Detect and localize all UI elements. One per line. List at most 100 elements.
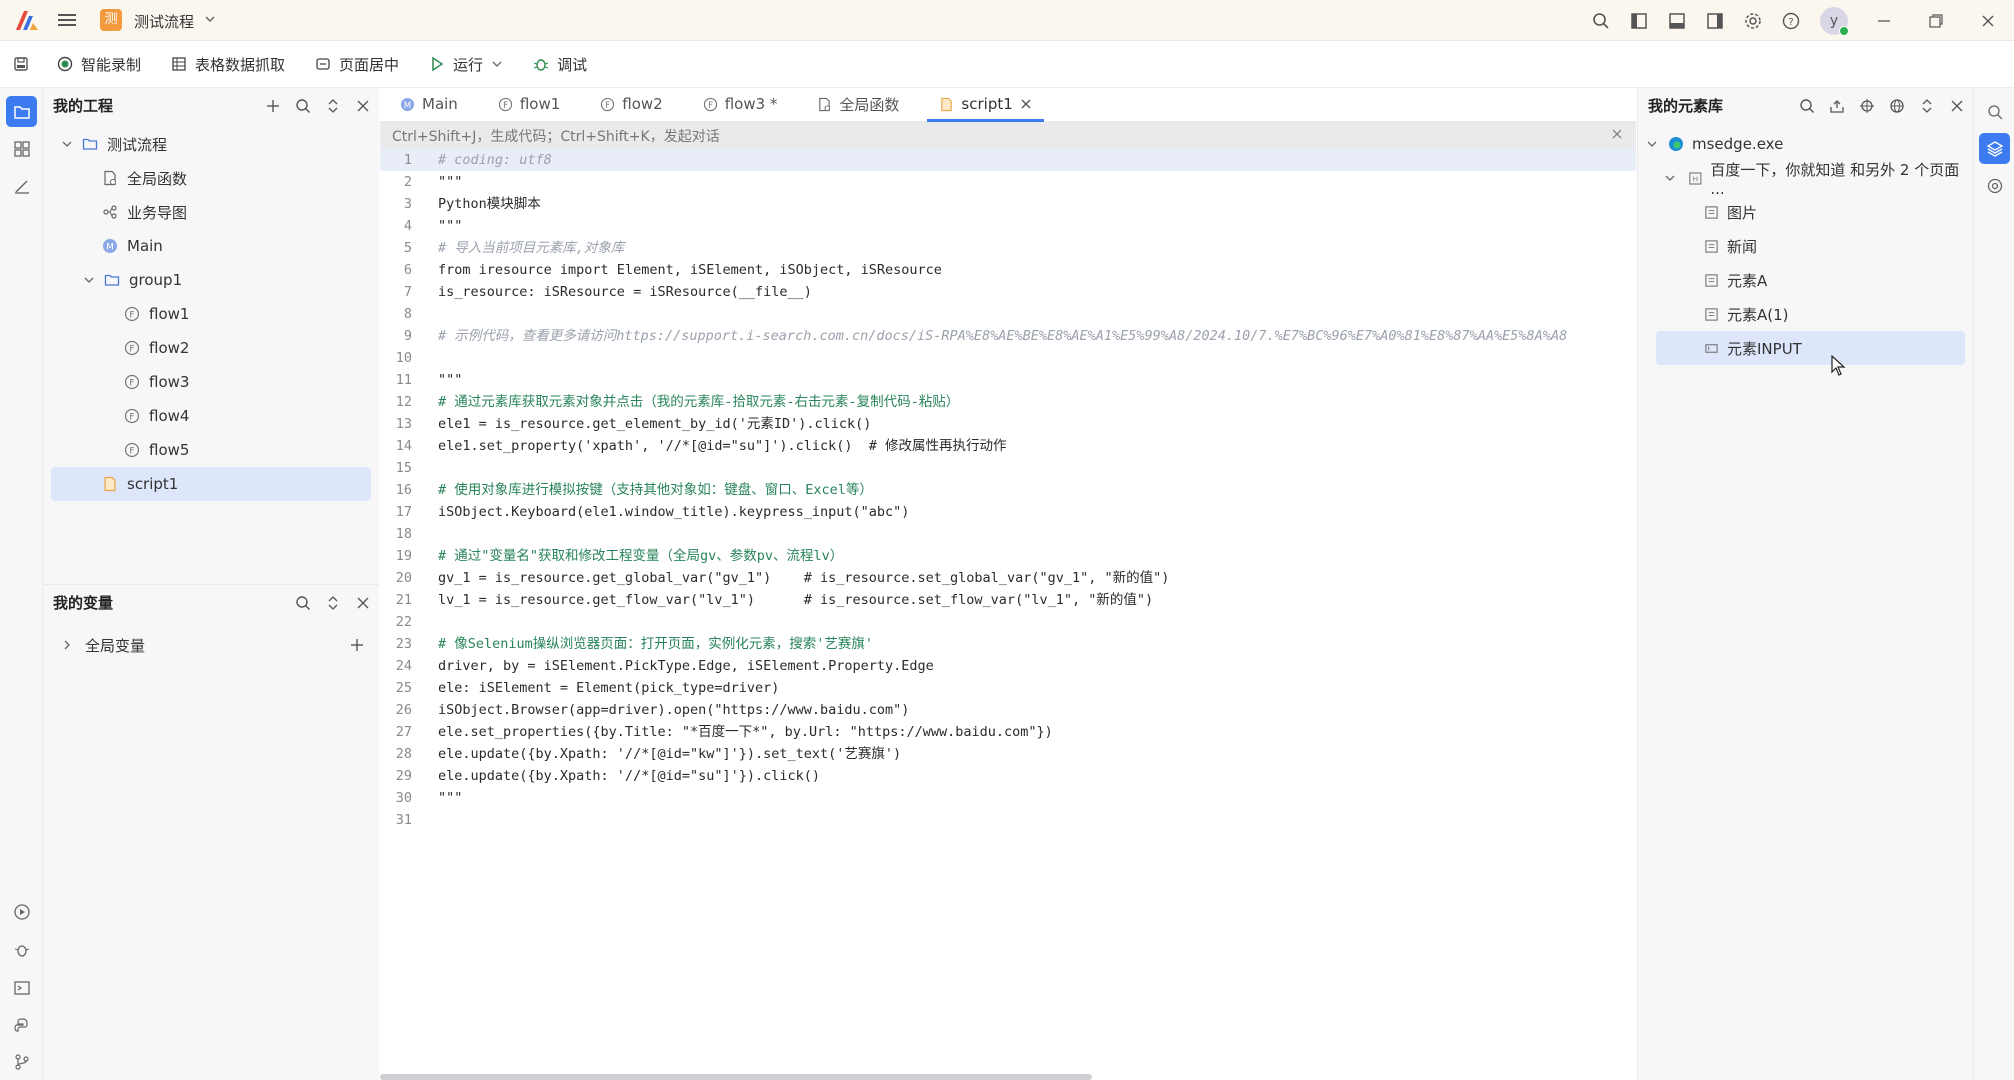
expand-collapse-icon[interactable]	[325, 98, 341, 114]
code-line[interactable]: 26 iSObject.Browser(app=driver).open("htt…	[380, 699, 1636, 721]
code-line[interactable]: 20 gv_1 = is_resource.get_global_var("gv_…	[380, 567, 1636, 589]
code-line[interactable]: 14 ele1.set_property('xpath', '//*[@id="s…	[380, 435, 1636, 457]
code-line[interactable]: 15	[380, 457, 1636, 479]
hamburger-menu-icon[interactable]	[56, 10, 78, 30]
tab-flow3[interactable]: F flow3 *	[683, 87, 798, 121]
close-icon[interactable]	[355, 98, 371, 114]
search-icon[interactable]	[295, 98, 311, 114]
code-line[interactable]: 21 lv_1 = is_resource.get_flow_var("lv_1"…	[380, 589, 1636, 611]
pick-element-crosshair-icon[interactable]	[1859, 98, 1875, 114]
search-icon[interactable]	[295, 595, 311, 611]
pick-web-element-icon[interactable]	[1889, 98, 1905, 114]
code-line[interactable]: 28 ele.update({by.Xpath: '//*[@id="kw"]'}…	[380, 743, 1636, 765]
close-icon[interactable]	[355, 595, 371, 611]
save-icon[interactable]	[0, 55, 42, 73]
code-line[interactable]: 27 ele.set_properties({by.Title: "*百度一下*"…	[380, 721, 1636, 743]
tab-flow2[interactable]: F flow2	[580, 87, 682, 121]
code-line[interactable]: 1 # coding: utf8	[380, 149, 1636, 171]
tab-global-funcs[interactable]: 全局函数	[797, 87, 919, 121]
code-line[interactable]: 2 """	[380, 171, 1636, 193]
upload-icon[interactable]	[1829, 98, 1845, 114]
code-line[interactable]: 17 iSObject.Keyboard(ele1.window_title).k…	[380, 501, 1636, 523]
git-branch-icon[interactable]	[6, 1046, 37, 1077]
search-icon[interactable]	[1582, 0, 1620, 41]
tree-item-flow5[interactable]: F flow5	[43, 433, 379, 467]
history-search-icon[interactable]	[1979, 96, 2010, 127]
tree-item-business-map[interactable]: 业务导图	[43, 195, 379, 229]
tree-item-flow2[interactable]: F flow2	[43, 331, 379, 365]
chevron-down-icon[interactable]	[203, 12, 217, 26]
toggle-right-panel-icon[interactable]	[1696, 0, 1734, 41]
element-item-news[interactable]: 新闻	[1638, 229, 1973, 263]
expand-collapse-icon[interactable]	[1919, 98, 1935, 114]
help-icon[interactable]: ?	[1772, 0, 1810, 41]
chevron-right-icon[interactable]	[59, 637, 75, 653]
horizontal-scrollbar[interactable]	[380, 1074, 1092, 1080]
element-library-icon[interactable]	[1979, 133, 2010, 164]
close-icon[interactable]	[1949, 98, 1965, 114]
element-item-a[interactable]: 元素A	[1638, 263, 1973, 297]
project-name[interactable]: 测试流程	[134, 11, 194, 32]
run-button[interactable]: 运行	[414, 41, 518, 88]
toggle-left-panel-icon[interactable]	[1620, 0, 1658, 41]
code-line[interactable]: 23 # 像Selenium操纵浏览器页面：打开页面，实例化元素，搜索'艺赛旗'	[380, 633, 1636, 655]
search-icon[interactable]	[1799, 98, 1815, 114]
code-line[interactable]: 16 # 使用对象库进行模拟按键（支持其他对象如：键盘、窗口、Excel等）	[380, 479, 1636, 501]
code-line[interactable]: 10	[380, 347, 1636, 369]
tree-item-root[interactable]: 测试流程	[43, 127, 379, 161]
components-icon[interactable]	[6, 133, 37, 164]
element-item-image[interactable]: 图片	[1638, 195, 1973, 229]
close-tab-icon[interactable]	[1020, 98, 1032, 110]
code-line[interactable]: 6 from iresource import Element, iSElemen…	[380, 259, 1636, 281]
python-icon[interactable]	[6, 1010, 37, 1041]
tree-item-main[interactable]: M Main	[43, 229, 379, 263]
code-line[interactable]: 5 # 导入当前项目元素库,对象库	[380, 237, 1636, 259]
tab-main[interactable]: M Main	[380, 87, 478, 121]
edit-pen-icon[interactable]	[6, 170, 37, 201]
element-item-input[interactable]: 元素INPUT	[1656, 331, 1965, 365]
code-line[interactable]: 31	[380, 809, 1636, 831]
expand-collapse-icon[interactable]	[325, 595, 341, 611]
terminal-icon[interactable]	[6, 972, 37, 1003]
chevron-down-icon[interactable]	[491, 58, 503, 70]
code-line[interactable]: 25 ele: iSElement = Element(pick_type=dri…	[380, 677, 1636, 699]
chevron-down-icon[interactable]	[1664, 172, 1680, 184]
page-center-button[interactable]: 页面居中	[300, 41, 414, 88]
code-line[interactable]: 4 """	[380, 215, 1636, 237]
user-avatar[interactable]: y	[1820, 6, 1849, 36]
code-line[interactable]: 24 driver, by = iSElement.PickType.Edge, …	[380, 655, 1636, 677]
code-line[interactable]: 18	[380, 523, 1636, 545]
add-variable-icon[interactable]	[349, 637, 365, 653]
close-hint-icon[interactable]	[1610, 127, 1624, 141]
code-line[interactable]: 11 """	[380, 369, 1636, 391]
code-editor[interactable]: 1 # coding: utf8 2 """ 3 Python模块脚本 4 """ 5 # 导入当…	[380, 149, 1636, 1080]
settings-gear-icon[interactable]	[1734, 0, 1772, 41]
chevron-down-icon[interactable]	[1646, 138, 1662, 150]
add-icon[interactable]	[265, 98, 281, 114]
code-line[interactable]: 29 ele.update({by.Xpath: '//*[@id="su"]'}…	[380, 765, 1636, 787]
code-line[interactable]: 9 # 示例代码，查看更多请访问https://support.i-search.…	[380, 325, 1636, 347]
element-page-node[interactable]: H 百度一下，你就知道 和另外 2 个页面 ...	[1638, 161, 1973, 198]
explorer-folder-icon[interactable]	[6, 96, 37, 127]
tree-item-global-funcs[interactable]: 全局函数	[43, 161, 379, 195]
smart-record-button[interactable]: 智能录制	[42, 41, 156, 88]
chevron-down-icon[interactable]	[81, 272, 97, 288]
code-line[interactable]: 12 # 通过元素库获取元素对象并点击（我的元素库-拾取元素-右击元素-复制代码-…	[380, 391, 1636, 413]
object-library-icon[interactable]	[1979, 170, 2010, 201]
restore-icon[interactable]	[1910, 0, 1962, 41]
tab-script1[interactable]: script1	[919, 87, 1051, 122]
tree-item-flow4[interactable]: F flow4	[43, 399, 379, 433]
code-line[interactable]: 8	[380, 303, 1636, 325]
code-line[interactable]: 30 """	[380, 787, 1636, 809]
code-line[interactable]: 3 Python模块脚本	[380, 193, 1636, 215]
tree-item-flow1[interactable]: F flow1	[43, 297, 379, 331]
code-line[interactable]: 13 ele1 = is_resource.get_element_by_id('…	[380, 413, 1636, 435]
toggle-bottom-panel-icon[interactable]	[1658, 0, 1696, 41]
tab-flow1[interactable]: F flow1	[478, 87, 580, 121]
tree-item-global-vars[interactable]: 全局变量	[43, 628, 379, 662]
tree-item-group1[interactable]: group1	[43, 263, 379, 297]
code-line[interactable]: 22	[380, 611, 1636, 633]
debug-button[interactable]: 调试	[518, 41, 602, 88]
close-window-icon[interactable]	[1962, 0, 2014, 41]
element-item-a1[interactable]: 元素A(1)	[1638, 297, 1973, 331]
